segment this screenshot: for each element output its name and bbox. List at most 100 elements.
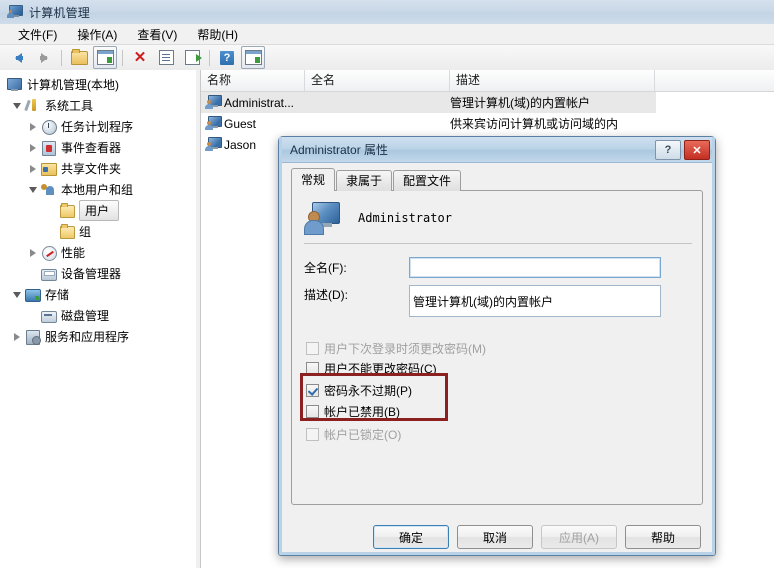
- checkbox-label: 密码永不过期(P): [324, 383, 412, 398]
- checkbox-box: [306, 427, 319, 441]
- console-tree: 计算机管理(本地) 系统工具 任务计划程序 事件查看器 共享文件夹 本地用户和组…: [0, 70, 196, 347]
- toolbar-separator: [122, 49, 123, 66]
- services-icon: [24, 329, 41, 345]
- menu-action[interactable]: 操作(A): [67, 24, 127, 45]
- folder-icon: [58, 223, 75, 240]
- back-arrow-icon[interactable]: [6, 46, 30, 69]
- tree-item-groups[interactable]: 组: [0, 221, 196, 242]
- cancel-button[interactable]: 取消: [457, 525, 533, 549]
- expander-closed-icon[interactable]: [26, 246, 40, 260]
- close-icon[interactable]: ✕: [684, 140, 710, 160]
- menubar: 文件(F) 操作(A) 查看(V) 帮助(H): [0, 24, 774, 45]
- dialog-footer: 确定 取消 应用(A) 帮助: [279, 525, 715, 549]
- tab-member-of[interactable]: 隶属于: [336, 170, 393, 191]
- clock-icon: [40, 119, 57, 135]
- export-list-icon[interactable]: [180, 46, 204, 69]
- tab-general[interactable]: 常规: [291, 168, 336, 191]
- shared-folder-icon: [40, 161, 57, 177]
- column-header-fullname[interactable]: 全名: [305, 70, 450, 91]
- tree-item-device-manager[interactable]: 设备管理器: [0, 263, 196, 284]
- fullname-label: 全名(F):: [304, 261, 347, 275]
- column-header-name[interactable]: 名称: [201, 70, 305, 91]
- apply-button[interactable]: 应用(A): [541, 525, 617, 549]
- tree-item-storage[interactable]: 存储: [0, 284, 196, 305]
- dialog-titlebar: Administrator 属性 ? ✕: [279, 137, 715, 163]
- cannot-change-password-checkbox[interactable]: 用户不能更改密码(C): [306, 359, 437, 377]
- up-folder-icon[interactable]: [67, 46, 91, 69]
- cell-description: 供来宾访问计算机或访问域的内: [450, 117, 619, 131]
- forward-arrow-icon[interactable]: [32, 46, 56, 69]
- folder-icon: [58, 202, 75, 219]
- table-row[interactable]: Administrat... 管理计算机(域)的内置帐户: [201, 92, 656, 113]
- user-avatar-icon: [304, 201, 340, 235]
- dialog-help-icon[interactable]: ?: [655, 140, 681, 160]
- checkbox-box: [306, 341, 319, 355]
- help-button[interactable]: 帮助: [625, 525, 701, 549]
- table-row[interactable]: Guest 供来宾访问计算机或访问域的内: [201, 113, 656, 134]
- console-tree-pane: 计算机管理(本地) 系统工具 任务计划程序 事件查看器 共享文件夹 本地用户和组…: [0, 70, 197, 568]
- dialog-tabs: 常规 隶属于 配置文件: [291, 168, 462, 191]
- help-icon[interactable]: ?: [215, 46, 239, 69]
- checkbox-box: [306, 404, 319, 418]
- tree-item-local-users-and-groups[interactable]: 本地用户和组: [0, 179, 196, 200]
- tree-item-shared-folders[interactable]: 共享文件夹: [0, 158, 196, 179]
- event-viewer-icon: [40, 140, 57, 156]
- dialog-user-name: Administrator: [358, 210, 452, 225]
- tree-item-event-viewer[interactable]: 事件查看器: [0, 137, 196, 158]
- computer-management-icon: [7, 4, 23, 20]
- expander-open-icon[interactable]: [10, 99, 24, 113]
- user-icon: [205, 95, 222, 110]
- show-action-pane-icon[interactable]: [241, 46, 265, 69]
- cell-description: 管理计算机(域)的内置帐户: [450, 96, 590, 110]
- delete-icon[interactable]: ✕: [128, 46, 152, 69]
- disk-management-icon: [40, 308, 57, 324]
- cell-name: Administrat...: [224, 95, 295, 110]
- expander-closed-icon[interactable]: [26, 141, 40, 155]
- computer-icon: [6, 77, 23, 93]
- local-users-icon: [40, 182, 57, 198]
- column-header-blank[interactable]: [655, 70, 774, 91]
- user-icon: [205, 116, 222, 131]
- tree-item-services-and-applications[interactable]: 服务和应用程序: [0, 326, 196, 347]
- account-disabled-checkbox[interactable]: 帐户已禁用(B): [306, 402, 400, 420]
- device-manager-icon: [40, 266, 57, 282]
- expander-closed-icon[interactable]: [10, 330, 24, 344]
- administrator-properties-dialog: Administrator 属性 ? ✕ 常规 隶属于 配置文件 Adminis…: [278, 136, 716, 556]
- tree-item-users[interactable]: 用户: [0, 200, 196, 221]
- storage-icon: [24, 287, 41, 303]
- tree-item-task-scheduler[interactable]: 任务计划程序: [0, 116, 196, 137]
- column-header-description[interactable]: 描述: [450, 70, 655, 91]
- computer-management-window: 计算机管理 文件(F) 操作(A) 查看(V) 帮助(H) ✕ ? 计算机管理(…: [0, 0, 774, 568]
- description-label: 描述(D):: [304, 288, 348, 302]
- properties-icon[interactable]: [154, 46, 178, 69]
- toolbar-separator: [209, 49, 210, 66]
- expander-closed-icon[interactable]: [26, 120, 40, 134]
- tree-item-computer-management[interactable]: 计算机管理(本地): [0, 74, 196, 95]
- performance-icon: [40, 245, 57, 261]
- tools-icon: [24, 98, 41, 114]
- menu-view[interactable]: 查看(V): [127, 24, 187, 45]
- expander-open-icon[interactable]: [10, 288, 24, 302]
- description-field[interactable]: [409, 285, 661, 317]
- fullname-field[interactable]: [409, 257, 661, 278]
- ok-button[interactable]: 确定: [373, 525, 449, 549]
- tree-item-performance[interactable]: 性能: [0, 242, 196, 263]
- password-never-expires-checkbox[interactable]: 密码永不过期(P): [306, 381, 412, 399]
- toolbar: ✕ ?: [0, 45, 774, 71]
- tab-panel-general: Administrator 全名(F): 描述(D): 用户下次登录时须更改密码…: [291, 190, 703, 505]
- menu-file[interactable]: 文件(F): [8, 24, 67, 45]
- tab-profile[interactable]: 配置文件: [393, 170, 462, 191]
- menu-help[interactable]: 帮助(H): [187, 24, 248, 45]
- expander-closed-icon[interactable]: [26, 162, 40, 176]
- dialog-user-header: Administrator: [304, 201, 452, 235]
- tree-item-disk-management[interactable]: 磁盘管理: [0, 305, 196, 326]
- must-change-password-checkbox[interactable]: 用户下次登录时须更改密码(M): [306, 339, 486, 357]
- window-titlebar: 计算机管理: [0, 0, 774, 25]
- checkbox-box: [306, 361, 319, 375]
- show-console-tree-icon[interactable]: [93, 46, 117, 69]
- expander-open-icon[interactable]: [26, 183, 40, 197]
- tree-item-system-tools[interactable]: 系统工具: [0, 95, 196, 116]
- checkbox-label: 帐户已锁定(O): [324, 427, 402, 442]
- user-icon: [205, 137, 222, 152]
- account-locked-checkbox[interactable]: 帐户已锁定(O): [306, 425, 401, 443]
